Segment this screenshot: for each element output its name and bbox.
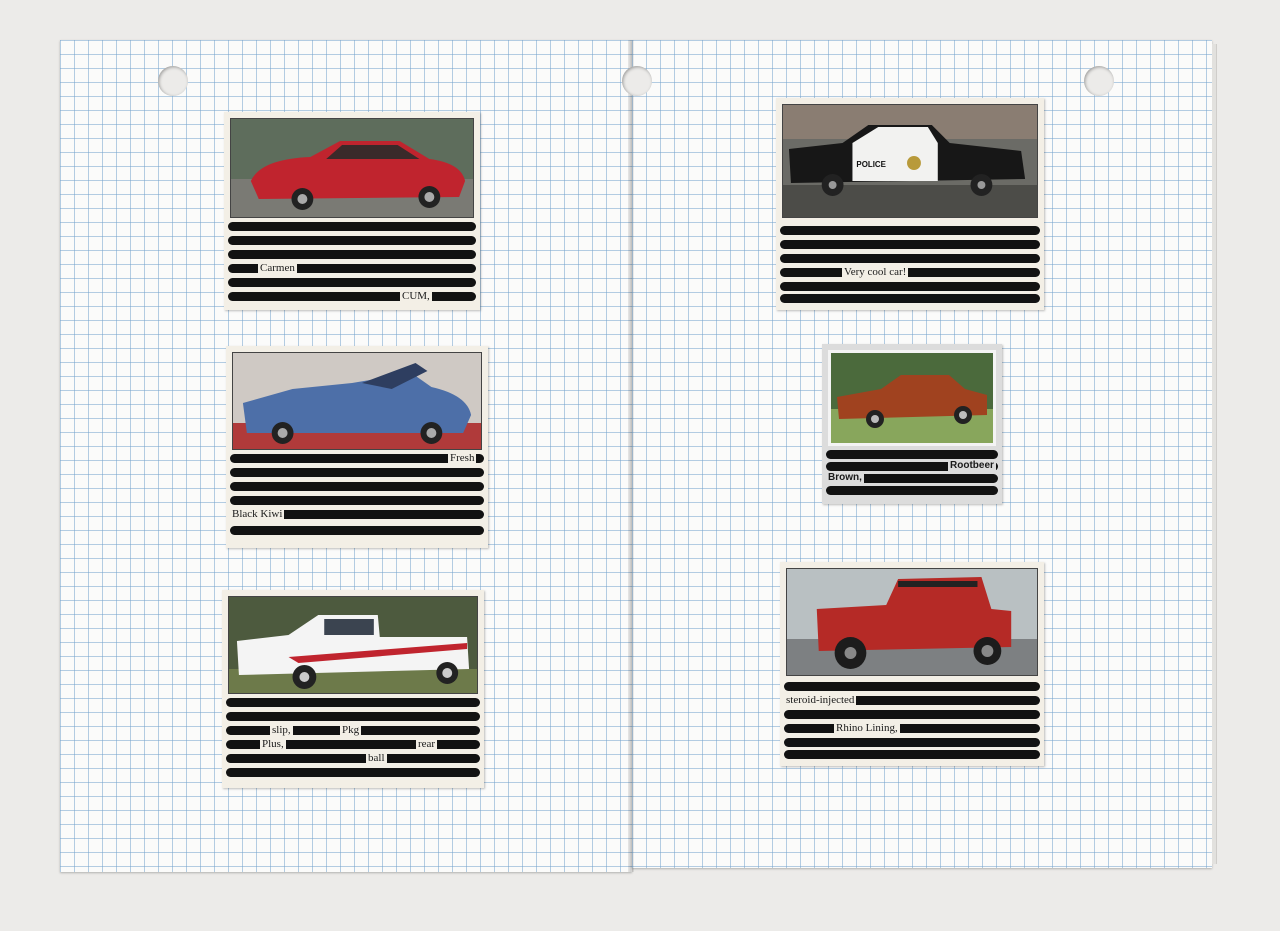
paper-stack-edge: [1212, 44, 1217, 864]
challenger-word-2: Brown,: [826, 472, 864, 484]
punch-hole: [1084, 66, 1114, 96]
bronco-word-2: Rhino Lining,: [834, 722, 900, 734]
clipping-firebird: Carmen CUM,: [224, 112, 480, 310]
ford-word-4: rear: [416, 738, 438, 750]
ford-truck-photo: [228, 596, 478, 694]
clipping-police-car: POLICE Very cool car!: [776, 98, 1044, 310]
punch-hole: [622, 66, 652, 96]
notebook-spine: [628, 40, 634, 872]
firebird-word-1: Carmen: [258, 262, 297, 274]
police-word-1: Very cool car!: [842, 266, 909, 278]
firebird-word-2: CUM,: [400, 290, 432, 302]
shelby-photo: [232, 352, 482, 450]
clipping-shelby: Fresh Black Kiwi: [226, 346, 488, 548]
police-door-text: POLICE: [856, 160, 885, 169]
ford-word-5: ball: [366, 752, 387, 764]
challenger-photo: [828, 350, 996, 446]
clipping-bronco: steroid-injected Rhino Lining,: [780, 562, 1044, 766]
shelby-word-1: Fresh: [448, 452, 477, 464]
firebird-photo: [230, 118, 474, 218]
clipping-ford-truck: slip, Pkg Plus, rear ball: [222, 590, 484, 788]
police-car-photo: POLICE: [782, 104, 1038, 218]
punch-hole: [158, 66, 188, 96]
challenger-word-1: Rootbeer: [948, 460, 996, 472]
ford-word-2: Pkg: [340, 724, 362, 736]
shelby-word-2: Black Kiwi: [230, 508, 285, 520]
bronco-word-1: steroid-injected: [784, 694, 857, 706]
ford-word-1: slip,: [270, 724, 293, 736]
ford-word-3: Plus,: [260, 738, 286, 750]
bronco-photo: [786, 568, 1038, 676]
clipping-challenger: Rootbeer Brown,: [822, 344, 1002, 504]
